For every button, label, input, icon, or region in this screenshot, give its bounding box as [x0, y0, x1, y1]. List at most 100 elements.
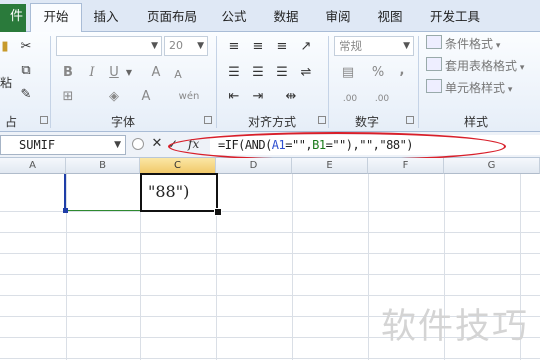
- decrease-decimal-button[interactable]: .00: [368, 90, 396, 108]
- column-header-g[interactable]: G: [444, 158, 540, 174]
- copy-icon[interactable]: ⧉: [16, 62, 36, 80]
- grid-line: [0, 274, 540, 275]
- tab-page-layout[interactable]: 页面布局: [140, 6, 204, 32]
- formula-part: =IF(AND(: [218, 138, 272, 152]
- tab-home[interactable]: 开始: [30, 3, 82, 33]
- font-name-combo[interactable]: ▼: [56, 36, 162, 56]
- column-header-e[interactable]: E: [292, 158, 368, 174]
- comma-button[interactable]: ,: [392, 62, 412, 80]
- format-painter-icon[interactable]: ✎: [16, 86, 36, 104]
- italic-button[interactable]: I: [82, 64, 102, 82]
- font-color-button[interactable]: A: [136, 88, 156, 106]
- align-right-icon[interactable]: ☰: [272, 64, 292, 82]
- chevron-down-icon: ▾: [517, 63, 525, 73]
- phonetic-button[interactable]: wén: [176, 88, 202, 106]
- resize-handle-icon[interactable]: [132, 138, 144, 150]
- cell-b1-reference-border: [68, 210, 140, 211]
- number-format-combo[interactable]: 常规 ▼: [334, 36, 414, 56]
- formula-part: =""),"","88"): [325, 138, 414, 152]
- paste-button-label[interactable]: 粘: [0, 74, 12, 92]
- chevron-down-icon: ▾: [505, 85, 513, 95]
- tab-file[interactable]: 件: [0, 4, 26, 32]
- cancel-formula-button[interactable]: ✕: [150, 136, 164, 152]
- cell-a1-reference-border: [0, 174, 66, 211]
- name-box-value: SUMIF: [19, 138, 56, 152]
- shrink-font-button[interactable]: A: [168, 66, 188, 84]
- align-bottom-icon[interactable]: ≡: [272, 38, 292, 56]
- conditional-formatting-button[interactable]: 条件格式 ▾: [426, 35, 500, 52]
- column-header-b[interactable]: B: [66, 158, 140, 174]
- conditional-formatting-icon: [426, 35, 442, 49]
- increase-decimal-button[interactable]: .00: [336, 90, 364, 108]
- name-box[interactable]: SUMIF ▼: [0, 135, 126, 155]
- formula-input[interactable]: =IF(AND(A1="",B1=""),"","88"): [210, 135, 540, 155]
- tab-insert[interactable]: 插入: [86, 6, 126, 32]
- percent-button[interactable]: %: [368, 64, 388, 82]
- clipboard-launcher-icon[interactable]: [40, 116, 48, 124]
- enter-formula-button[interactable]: ✓: [166, 136, 180, 152]
- grid-line: [0, 295, 540, 296]
- orientation-icon[interactable]: ↗: [296, 38, 316, 56]
- cell-styles-button[interactable]: 单元格样式 ▾: [426, 79, 512, 96]
- accounting-format-icon[interactable]: ▤: [336, 64, 360, 82]
- tab-review[interactable]: 审阅: [318, 6, 358, 32]
- column-header-a[interactable]: A: [0, 158, 66, 174]
- align-top-icon[interactable]: ≡: [224, 38, 244, 56]
- format-as-table-button[interactable]: 套用表格格式 ▾: [426, 57, 524, 74]
- number-format-value: 常规: [339, 39, 362, 53]
- alignment-launcher-icon[interactable]: [318, 116, 326, 124]
- column-header-c[interactable]: C: [140, 158, 216, 174]
- chevron-down-icon[interactable]: ▼: [114, 136, 121, 154]
- format-as-table-label: 套用表格格式: [445, 59, 518, 73]
- formula-bar: SUMIF ▼ ✕ ✓ fx =IF(AND(A1="",B1=""),"","…: [0, 132, 540, 158]
- conditional-formatting-label: 条件格式: [445, 37, 494, 51]
- number-launcher-icon[interactable]: [406, 116, 414, 124]
- tab-developer[interactable]: 开发工具: [424, 6, 486, 32]
- cell-styles-label: 单元格样式: [445, 81, 506, 95]
- grid-line: [0, 232, 540, 233]
- format-as-table-icon: [426, 57, 442, 71]
- group-separator: [216, 36, 217, 128]
- font-launcher-icon[interactable]: [204, 116, 212, 124]
- insert-function-button[interactable]: fx: [188, 134, 204, 154]
- group-separator: [50, 36, 51, 128]
- align-middle-icon[interactable]: ≡: [248, 38, 268, 56]
- formula-part: ="",: [285, 138, 313, 152]
- font-size-combo[interactable]: 20 ▼: [164, 36, 208, 56]
- align-center-icon[interactable]: ☰: [248, 64, 268, 82]
- chevron-down-icon[interactable]: ▼: [124, 64, 134, 82]
- grid-line: [0, 358, 540, 359]
- grid-line: [0, 211, 540, 212]
- column-header-f[interactable]: F: [368, 158, 444, 174]
- grid-line: [292, 174, 293, 360]
- formula-ref-a1: A1: [271, 138, 286, 152]
- fill-color-icon[interactable]: ◈: [104, 88, 124, 106]
- underline-button[interactable]: U: [104, 64, 124, 82]
- font-group-label: 字体: [110, 115, 135, 129]
- column-header-d[interactable]: D: [216, 158, 292, 174]
- active-cell-c1[interactable]: "88"): [140, 173, 218, 212]
- decrease-indent-icon[interactable]: ⇤: [224, 88, 244, 106]
- merge-center-icon[interactable]: ⇹: [276, 88, 306, 106]
- group-separator: [328, 36, 329, 128]
- fill-handle[interactable]: [214, 208, 222, 216]
- increase-indent-icon[interactable]: ⇥: [248, 88, 268, 106]
- chevron-down-icon: ▼: [403, 41, 410, 51]
- bold-button[interactable]: B: [58, 64, 78, 82]
- alignment-group-label: 对齐方式: [247, 115, 296, 129]
- tab-data[interactable]: 数据: [266, 6, 306, 32]
- formula-ref-b1: B1: [312, 138, 326, 152]
- cut-icon[interactable]: ✂: [16, 38, 36, 56]
- chevron-down-icon: ▾: [493, 41, 501, 51]
- align-left-icon[interactable]: ☰: [224, 64, 244, 82]
- tab-formulas[interactable]: 公式: [214, 6, 254, 32]
- wrap-text-icon[interactable]: ⇌: [296, 64, 316, 82]
- paste-icon[interactable]: ▮: [0, 38, 10, 56]
- ribbon-tab-bar: 件 开始 插入 页面布局 公式 数据 审阅 视图 开发工具: [0, 0, 540, 33]
- grow-font-button[interactable]: A: [146, 64, 166, 82]
- grid-line: [0, 253, 540, 254]
- group-separator: [418, 36, 419, 128]
- borders-icon[interactable]: ⊞: [58, 88, 78, 106]
- font-size-value: 20: [169, 39, 183, 52]
- tab-view[interactable]: 视图: [370, 6, 410, 32]
